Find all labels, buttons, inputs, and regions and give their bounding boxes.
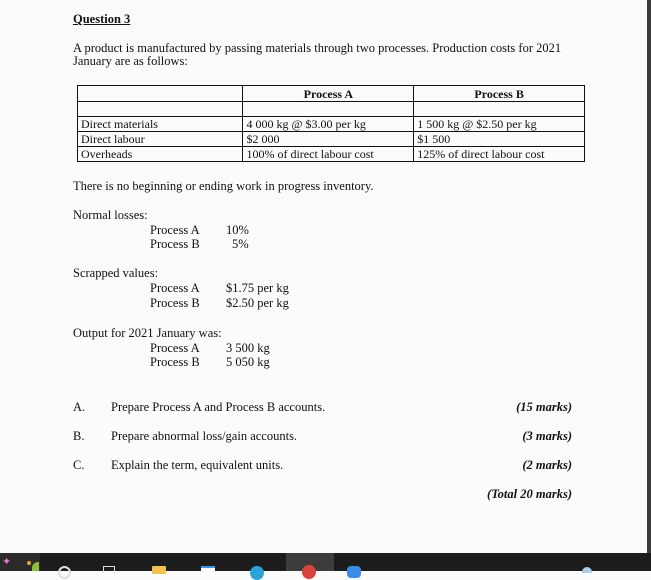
search-icon[interactable]	[58, 566, 71, 579]
process-a-value	[242, 101, 415, 117]
widget-icon[interactable]	[32, 562, 39, 571]
output-process-label: Process B	[150, 355, 200, 369]
normal-losses-heading: Normal losses:	[73, 208, 148, 222]
process-a-value: 100% of direct labour cost	[242, 146, 415, 162]
normal-loss-process-label: Process B	[150, 237, 200, 251]
task-text: Prepare abnormal loss/gain accounts.	[111, 429, 298, 443]
table-header-process-b: Process B	[413, 85, 585, 102]
task-view-icon[interactable]	[103, 566, 115, 573]
output-value: 3 500 kg	[226, 341, 270, 355]
system-tray-icon[interactable]	[582, 567, 592, 573]
task-marks: (15 marks)	[516, 400, 572, 414]
wip-note: There is no beginning or ending work in …	[73, 179, 374, 193]
output-value: 5 050 kg	[226, 355, 270, 369]
scrapped-values-heading: Scrapped values:	[73, 266, 159, 280]
process-a-value: 4 000 kg @ $3.00 per kg	[242, 116, 415, 132]
taskbar: ✦	[0, 553, 651, 580]
table-row: Direct labour $2 000 $1 500	[76, 131, 585, 147]
process-b-value: 1 500 kg @ $2.50 per kg	[413, 116, 585, 132]
process-a-value: $2 000	[242, 131, 415, 147]
store-icon[interactable]	[201, 566, 215, 576]
document-page: Question 3 A product is manufactured by …	[0, 0, 647, 553]
scrap-value: $2.50 per kg	[226, 296, 289, 310]
production-costs-table: Process A Process B Direct materials 4 0…	[76, 85, 585, 162]
task-marks: (2 marks)	[522, 458, 572, 472]
row-label	[76, 101, 244, 117]
notification-dot-icon	[27, 561, 31, 565]
scrap-process-label: Process B	[150, 296, 200, 310]
row-label: Direct materials	[76, 116, 244, 132]
normal-loss-process-label: Process A	[150, 223, 200, 237]
scrap-value: $1.75 per kg	[226, 281, 289, 295]
table-header-process-a: Process A	[242, 85, 415, 102]
scrap-process-label: Process A	[150, 281, 200, 295]
sparkle-icon[interactable]: ✦	[2, 555, 11, 568]
question-title: Question 3	[73, 12, 131, 26]
zoom-icon[interactable]	[347, 566, 361, 578]
table-row	[76, 101, 585, 117]
process-b-value	[413, 101, 585, 117]
row-label: Overheads	[76, 146, 244, 162]
task-text: Prepare Process A and Process B accounts…	[111, 400, 326, 414]
table-row: Direct materials 4 000 kg @ $3.00 per kg…	[76, 116, 585, 132]
task-letter: C.	[73, 458, 85, 472]
table-header-row: Process A Process B	[76, 85, 585, 102]
task-marks: (3 marks)	[522, 429, 572, 443]
table-row: Overheads 100% of direct labour cost 125…	[76, 146, 585, 162]
process-b-value: $1 500	[413, 131, 585, 147]
output-process-label: Process A	[150, 341, 200, 355]
taskbar-left-panel: ✦	[0, 553, 40, 571]
scrollbar[interactable]	[647, 0, 651, 553]
task-text: Explain the term, equivalent units.	[111, 458, 284, 472]
task-letter: B.	[73, 429, 85, 443]
normal-loss-value: 5%	[232, 237, 249, 251]
table-header-cell	[76, 85, 244, 102]
process-b-value: 125% of direct labour cost	[413, 146, 585, 162]
normal-loss-value: 10%	[226, 223, 249, 237]
edge-icon[interactable]	[250, 566, 264, 580]
task-letter: A.	[73, 400, 86, 414]
question-intro: A product is manufactured by passing mat…	[73, 41, 562, 68]
chrome-icon[interactable]	[302, 565, 316, 579]
row-label: Direct labour	[76, 131, 244, 147]
file-explorer-icon[interactable]	[152, 566, 166, 574]
total-marks: (Total 20 marks)	[487, 487, 572, 501]
output-heading: Output for 2021 January was:	[73, 326, 222, 340]
